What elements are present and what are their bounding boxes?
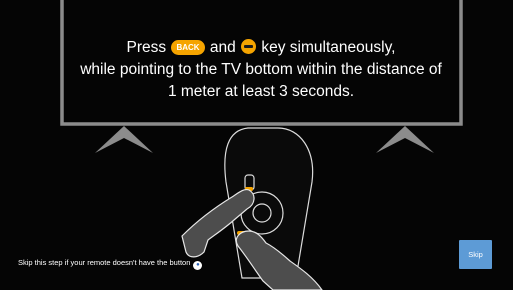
- instruction-line-1-suffix: key simultaneously,: [261, 39, 396, 56]
- instruction-line-1: Press BACK and key simultaneously,: [64, 37, 458, 59]
- instruction-line-2: while pointing to the TV bottom within t…: [80, 61, 442, 78]
- voice-icon: ●: [193, 261, 203, 270]
- skip-note-text: Skip this step if your remote doesn't ha…: [18, 258, 191, 267]
- instruction-text: Press BACK and key simultaneously, while…: [64, 37, 458, 103]
- back-key-badge: BACK: [171, 40, 205, 55]
- skip-button[interactable]: Skip: [459, 240, 492, 269]
- instruction-press-word: Press: [126, 39, 167, 56]
- instruction-line-3: 1 meter at least 3 seconds.: [167, 83, 355, 100]
- minus-key-icon: [241, 39, 257, 54]
- tv-stand-right: [376, 126, 434, 153]
- tv-stand-left: [95, 126, 153, 153]
- skip-note: Skip this step if your remote doesn't ha…: [18, 258, 203, 270]
- instruction-and-word: and: [209, 39, 236, 56]
